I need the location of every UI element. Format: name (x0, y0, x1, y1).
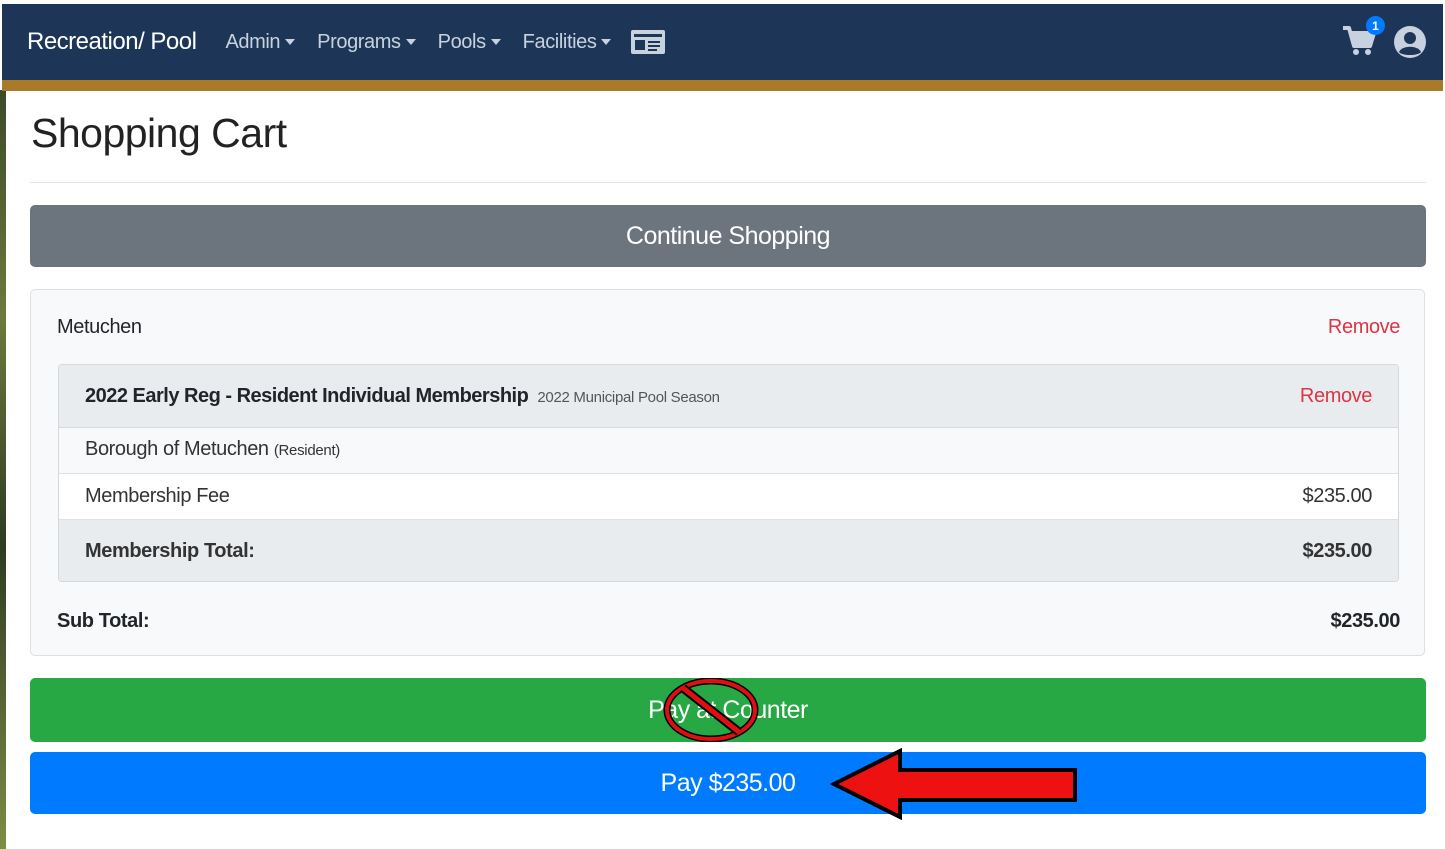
title-divider (30, 182, 1426, 183)
nav-programs[interactable]: Programs (317, 31, 416, 54)
no-symbol-icon (663, 678, 759, 742)
cart-count-badge: 1 (1366, 16, 1385, 35)
nav-programs-label: Programs (317, 30, 401, 53)
total-label: Membership Total: (85, 540, 255, 562)
caret-down-icon (601, 39, 612, 45)
user-circle-icon[interactable] (1393, 25, 1427, 59)
organization-name: Borough of Metuchen (85, 438, 269, 460)
id-card-icon[interactable] (630, 28, 666, 56)
top-navbar: Recreation/ Pool Admin Programs Pools Fa… (2, 4, 1443, 80)
organization-note: (Resident) (273, 442, 341, 459)
caret-down-icon (405, 39, 416, 45)
brand-link[interactable]: Recreation/ Pool (27, 28, 197, 56)
cart-card: Metuchen Remove 2022 Early Reg - Residen… (30, 289, 1425, 656)
total-value: $235.00 (1302, 540, 1373, 562)
nav-admin-label: Admin (225, 30, 281, 53)
page-title: Shopping Cart (31, 110, 287, 156)
navbar-accent-bar (2, 80, 1443, 91)
item-subtitle: 2022 Municipal Pool Season (537, 389, 720, 406)
caret-down-icon (285, 39, 296, 45)
vendor-name: Metuchen (57, 316, 142, 338)
subtotal-label: Sub Total: (57, 610, 150, 632)
nav-facilities-label: Facilities (522, 30, 597, 53)
remove-vendor-link[interactable]: Remove (1328, 316, 1400, 339)
subtotal-value: $235.00 (1330, 610, 1401, 632)
item-title: 2022 Early Reg - Resident Individual Mem… (85, 385, 720, 408)
fee-row: Membership Fee $235.00 (59, 474, 1398, 520)
caret-down-icon (490, 39, 501, 45)
fee-label: Membership Fee (85, 485, 230, 507)
item-header: 2022 Early Reg - Resident Individual Mem… (59, 365, 1398, 428)
left-arrow-icon (830, 748, 1077, 820)
nav-admin[interactable]: Admin (225, 30, 296, 54)
organization-row: Borough of Metuchen (Resident) (59, 428, 1398, 474)
organization-text: Borough of Metuchen (Resident) (85, 438, 340, 461)
remove-item-link[interactable]: Remove (1300, 385, 1372, 408)
continue-shopping-button[interactable]: Continue Shopping (30, 205, 1426, 267)
nav-facilities[interactable]: Facilities (523, 31, 612, 54)
nav-pools-label: Pools (437, 30, 486, 53)
background-strip (0, 90, 6, 849)
fee-value: $235.00 (1302, 485, 1373, 507)
cart-button[interactable]: 1 (1341, 16, 1385, 62)
nav-right: 1 (1341, 16, 1427, 62)
pay-button[interactable]: Pay $235.00 (30, 752, 1426, 814)
cart-item: 2022 Early Reg - Resident Individual Mem… (58, 364, 1399, 582)
total-row: Membership Total: $235.00 (59, 520, 1398, 581)
nav-pools[interactable]: Pools (438, 31, 501, 54)
item-title-text: 2022 Early Reg - Resident Individual Mem… (85, 385, 529, 407)
